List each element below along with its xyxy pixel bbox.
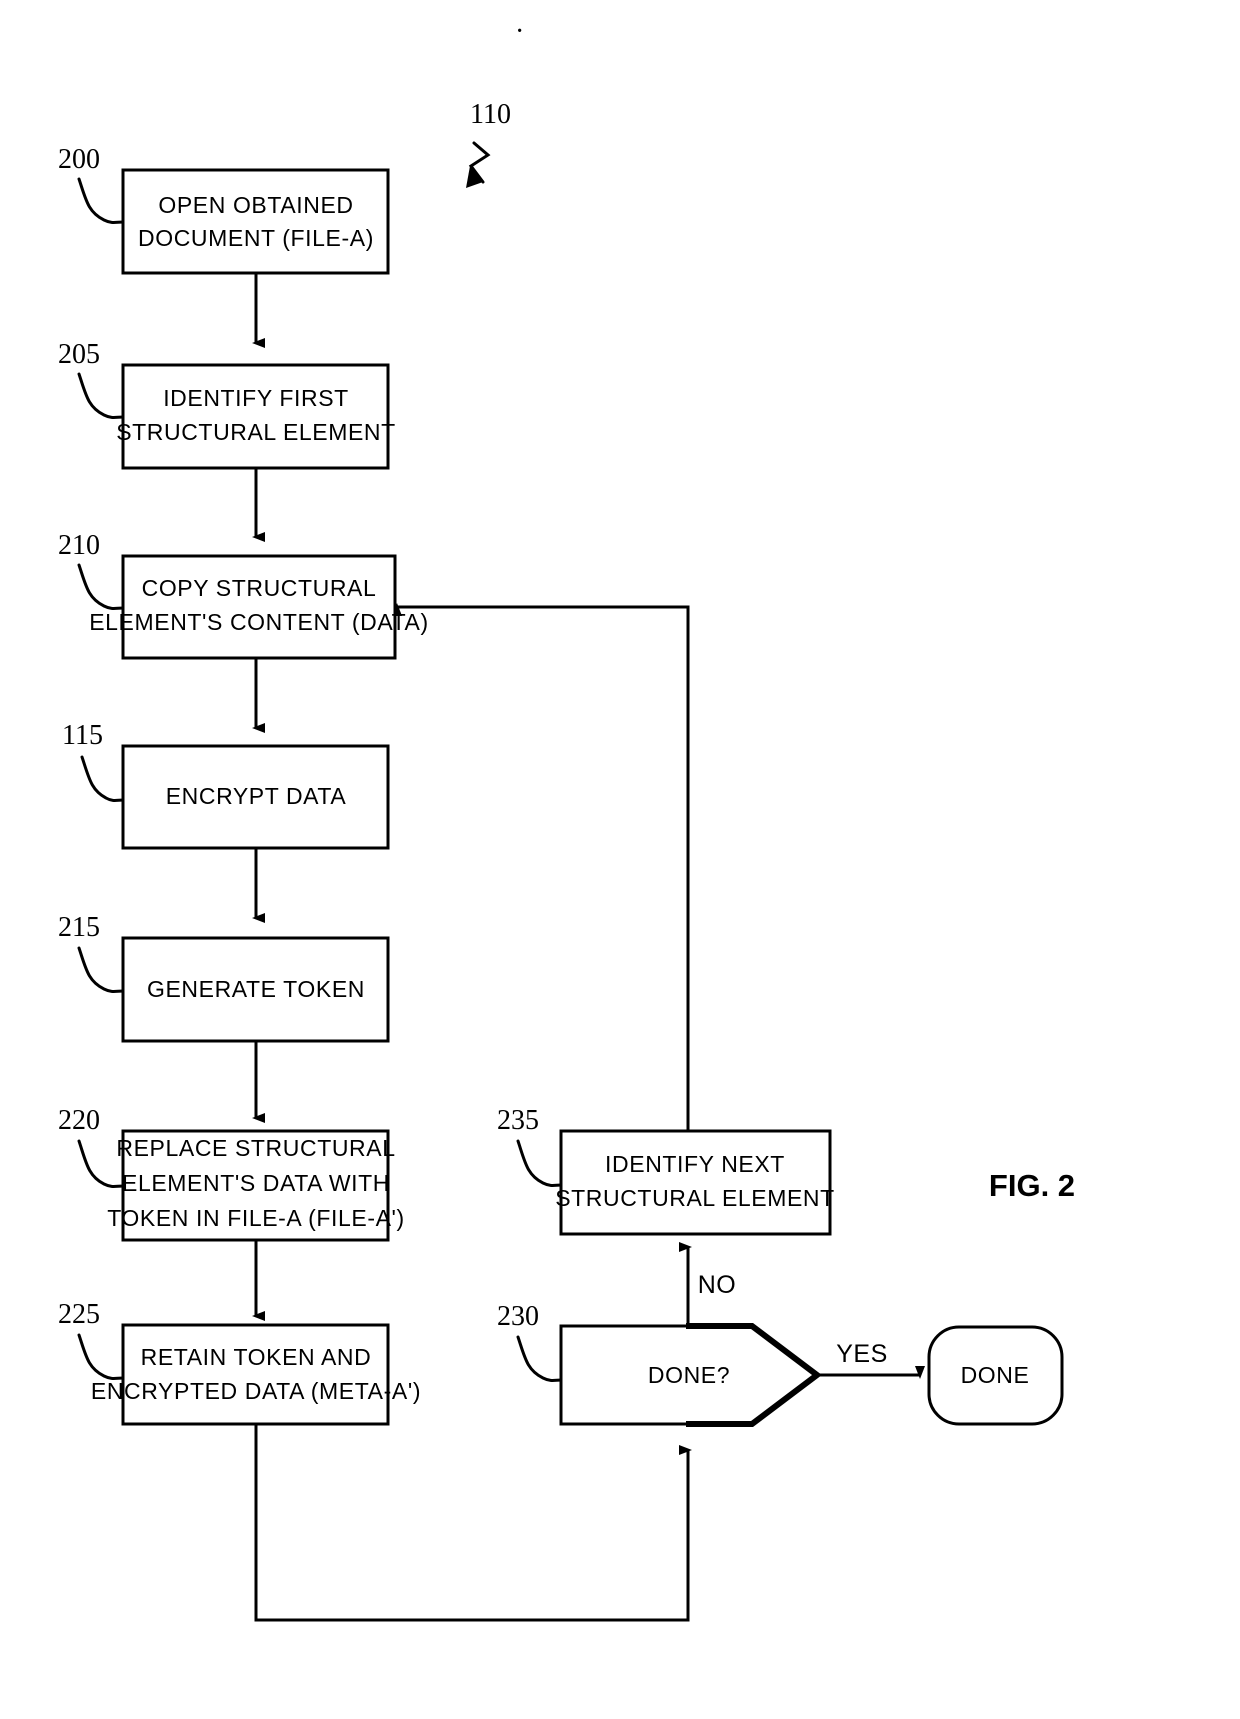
node-line-2: STRUCTURAL ELEMENT xyxy=(116,419,396,445)
figure-caption: FIG. 2 xyxy=(989,1168,1075,1203)
node-box[interactable] xyxy=(121,1323,390,1426)
ref-leader-line xyxy=(77,563,125,610)
node-line-2: ELEMENT'S DATA WITH xyxy=(122,1170,390,1196)
ref-number: 200 xyxy=(58,144,100,175)
ref-number: 230 xyxy=(497,1301,539,1332)
ref-number: 110 xyxy=(470,99,511,130)
node-line-1: REPLACE STRUCTURAL xyxy=(116,1135,395,1161)
ref-callout-235: 235 xyxy=(497,1105,563,1187)
node-line-2: ENCRYPTED DATA (META-A') xyxy=(91,1378,421,1404)
ref-number: 215 xyxy=(58,912,100,943)
node-line-2: STRUCTURAL ELEMENT xyxy=(555,1185,835,1211)
ref-leader-line xyxy=(516,1139,563,1187)
ref-leader-line xyxy=(80,755,125,802)
ref-callout-200: 200 xyxy=(58,144,125,224)
node-encrypt-data[interactable]: ENCRYPT DATA xyxy=(121,744,390,850)
ref-leader-line xyxy=(77,372,125,419)
node-line-2: DOCUMENT (FILE-A) xyxy=(138,225,374,251)
node-done-decision[interactable]: DONE? xyxy=(559,1323,822,1427)
node-box[interactable] xyxy=(121,363,390,470)
node-generate-token[interactable]: GENERATE TOKEN xyxy=(121,936,390,1043)
node-line-1: IDENTIFY FIRST xyxy=(163,385,349,411)
ref-callout-230: 230 xyxy=(497,1301,563,1382)
decision-label: DONE? xyxy=(648,1362,730,1388)
node-done-terminator[interactable]: DONE xyxy=(927,1325,1064,1426)
ref-leader-line xyxy=(77,946,125,993)
ref-callout-215: 215 xyxy=(58,912,125,993)
ref-number: 115 xyxy=(62,720,103,751)
node-copy-structural-element-content[interactable]: COPY STRUCTURAL ELEMENT'S CONTENT (DATA) xyxy=(89,554,429,660)
node-line-1: RETAIN TOKEN AND xyxy=(141,1344,372,1370)
node-line-2: ELEMENT'S CONTENT (DATA) xyxy=(89,609,429,635)
node-identify-first-structural-element[interactable]: IDENTIFY FIRST STRUCTURAL ELEMENT xyxy=(116,363,396,470)
connector-235-to-210 xyxy=(392,603,690,1131)
node-replace-structural-element-data[interactable]: REPLACE STRUCTURAL ELEMENT'S DATA WITH T… xyxy=(107,1129,405,1242)
node-identify-next-structural-element[interactable]: IDENTIFY NEXT STRUCTURAL ELEMENT xyxy=(555,1129,835,1236)
node-line-1: GENERATE TOKEN xyxy=(147,976,365,1002)
ref-number: 210 xyxy=(58,530,100,561)
ref-callout-110: 110 xyxy=(466,99,511,188)
ref-number: 220 xyxy=(58,1105,100,1136)
flowchart-figure: · OPEN OBTAINED DOCUMENT (FILE-A) 200 ID… xyxy=(58,16,1075,1622)
ref-callout-220: 220 xyxy=(58,1105,125,1188)
ref-number: 205 xyxy=(58,339,100,370)
patent-figure-page: · OPEN OBTAINED DOCUMENT (FILE-A) 200 ID… xyxy=(0,0,1240,1719)
ref-number: 225 xyxy=(58,1299,100,1330)
terminator-label: DONE xyxy=(961,1362,1030,1388)
ref-leader-line xyxy=(77,177,125,224)
ref-callout-210: 210 xyxy=(58,530,125,610)
node-open-obtained-document[interactable]: OPEN OBTAINED DOCUMENT (FILE-A) xyxy=(121,168,390,275)
edge-label-no: NO xyxy=(698,1271,737,1299)
connector-225-to-230 xyxy=(254,1424,692,1622)
node-box[interactable] xyxy=(559,1129,832,1236)
node-retain-token-and-encrypted-data[interactable]: RETAIN TOKEN AND ENCRYPTED DATA (META-A'… xyxy=(91,1323,421,1426)
node-line-1: COPY STRUCTURAL xyxy=(142,575,377,601)
node-box[interactable] xyxy=(121,554,397,660)
ref-leader-line xyxy=(77,1333,125,1380)
ref-callout-115: 115 xyxy=(62,720,125,802)
node-line-1: OPEN OBTAINED xyxy=(158,192,353,218)
page-tick-mark: · xyxy=(515,16,524,47)
edge-label-yes: YES xyxy=(836,1340,888,1368)
ref-number: 235 xyxy=(497,1105,539,1136)
node-box[interactable] xyxy=(121,168,390,275)
ref-callout-205: 205 xyxy=(58,339,125,419)
ref-callout-225: 225 xyxy=(58,1299,125,1380)
ref-leader-line xyxy=(516,1335,563,1382)
node-line-1: IDENTIFY NEXT xyxy=(605,1151,785,1177)
node-line-1: ENCRYPT DATA xyxy=(166,783,347,809)
node-line-3: TOKEN IN FILE-A (FILE-A') xyxy=(107,1205,405,1231)
